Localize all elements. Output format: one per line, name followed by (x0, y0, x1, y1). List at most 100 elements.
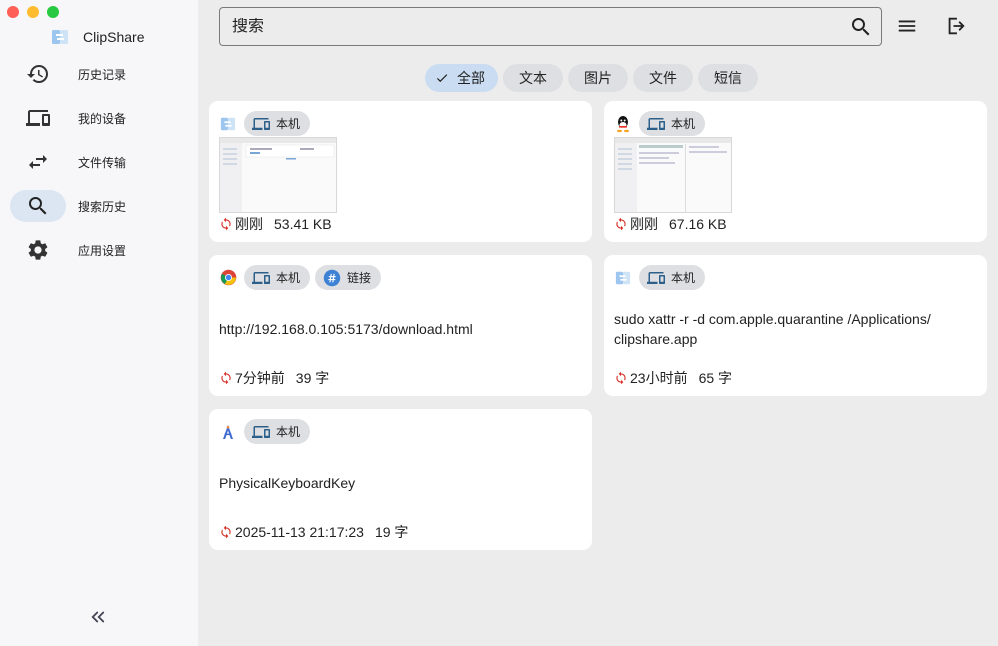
history-card[interactable]: 本机 刚刚 67.16 KB (604, 101, 987, 242)
search-submit-button[interactable] (841, 15, 881, 39)
history-card[interactable]: 本机 链接 http://192.168.0.105:5173/download… (209, 255, 592, 396)
sidebar-item-history[interactable]: 历史记录 (10, 58, 188, 90)
sidebar-item-search[interactable]: 搜索历史 (10, 190, 126, 222)
card-time: 刚刚 (630, 216, 658, 232)
card-content-text: PhysicalKeyboardKey (219, 475, 356, 491)
filter-chip-image[interactable]: 图片 (568, 64, 628, 92)
search-field[interactable] (219, 7, 882, 46)
minimize-window-button[interactable] (27, 6, 39, 18)
history-card[interactable]: 本机 刚刚 53.41 KB (209, 101, 592, 242)
double-chevron-left-icon (91, 611, 105, 623)
devices-icon (252, 425, 270, 438)
device-tag[interactable]: 本机 (244, 111, 311, 136)
filter-chip-text[interactable]: 文本 (503, 64, 563, 92)
app-brand: ClipShare (51, 28, 144, 46)
card-header: 本机 (614, 265, 706, 290)
devices-icon (647, 271, 665, 284)
device-tag[interactable]: 本机 (639, 111, 706, 136)
type-filter-chips: 全部 文本 图片 文件 短信 (425, 64, 758, 92)
device-tag[interactable]: 本机 (244, 265, 311, 290)
devices-icon (252, 117, 270, 130)
chip-label: 文件 (649, 70, 677, 86)
card-time: 2025-11-13 21:17:23 (235, 524, 364, 540)
filter-chip-sms[interactable]: 短信 (698, 64, 758, 92)
card-time: 7分钟前 (235, 370, 285, 386)
card-footer: 23小时前 65 字 (614, 368, 732, 388)
sync-icon (616, 371, 626, 385)
hashtag-icon (323, 269, 341, 286)
chip-label: 文本 (519, 70, 547, 86)
sidebar-item-label: 文件传输 (78, 155, 127, 170)
tag-label: 链接 (347, 271, 372, 285)
device-tag[interactable]: 本机 (244, 419, 311, 444)
card-footer: 刚刚 67.16 KB (614, 214, 727, 234)
menu-button[interactable] (895, 14, 919, 38)
chip-label: 图片 (584, 70, 612, 86)
android-studio-app-icon (219, 423, 237, 441)
tag-label: 本机 (671, 117, 696, 131)
card-time: 23小时前 (630, 370, 688, 386)
clipshare-logo-icon (52, 30, 68, 44)
sidebar-item-label: 历史记录 (78, 67, 127, 82)
sidebar-item-label: 我的设备 (78, 111, 127, 126)
devices-icon (252, 271, 270, 284)
window-controls (7, 6, 59, 18)
sidebar-item-label: 应用设置 (78, 243, 127, 258)
exit-button[interactable] (944, 14, 968, 38)
image-thumbnail[interactable] (614, 137, 732, 213)
search-icon (852, 17, 870, 35)
close-window-button[interactable] (7, 6, 19, 18)
card-size: 53.41 KB (274, 216, 332, 232)
search-input[interactable] (232, 17, 841, 36)
sidebar-item-devices[interactable]: 我的设备 (10, 102, 188, 134)
history-card[interactable]: 本机 sudo xattr -r -d com.apple.quarantine… (604, 255, 987, 396)
sidebar: ClipShare 历史记录 我的设备 文件传输 搜索历史 应用设置 (0, 0, 198, 646)
qq-app-icon (614, 115, 632, 133)
history-icon (10, 62, 66, 86)
tag-label: 本机 (276, 425, 301, 439)
chip-label: 短信 (714, 70, 742, 86)
card-header: 本机 (219, 111, 311, 136)
app-name: ClipShare (83, 29, 145, 45)
card-content-text: http://192.168.0.105:5173/download.html (219, 321, 473, 337)
clipshare-app-icon (219, 115, 237, 133)
device-tag[interactable]: 本机 (639, 265, 706, 290)
card-header: 本机 (614, 111, 706, 136)
sidebar-nav: 历史记录 我的设备 文件传输 搜索历史 应用设置 (10, 58, 188, 278)
sidebar-item-settings[interactable]: 应用设置 (10, 234, 188, 266)
content-line: sudo xattr -r -d com.apple.quarantine /A… (614, 311, 931, 327)
filter-chip-all[interactable]: 全部 (425, 64, 498, 92)
image-thumbnail[interactable] (219, 137, 337, 213)
transfer-icon (10, 150, 66, 174)
zoom-window-button[interactable] (47, 6, 59, 18)
logout-icon (948, 17, 965, 35)
card-footer: 7分钟前 39 字 (219, 368, 329, 388)
card-size: 39 字 (295, 370, 330, 386)
sidebar-item-label: 搜索历史 (78, 199, 127, 214)
card-time: 刚刚 (235, 216, 263, 232)
card-footer: 2025-11-13 21:17:23 19 字 (219, 522, 408, 542)
check-icon (436, 74, 448, 83)
filter-chip-file[interactable]: 文件 (633, 64, 693, 92)
link-tag[interactable]: 链接 (315, 265, 382, 290)
card-header: 本机 链接 (219, 265, 382, 290)
collapse-sidebar-button[interactable] (88, 607, 108, 627)
search-icon (10, 194, 66, 218)
sync-icon (221, 525, 231, 539)
sync-icon (616, 217, 626, 231)
history-card[interactable]: 本机 PhysicalKeyboardKey 2025-11-13 21:17:… (209, 409, 592, 550)
clipshare-app-icon (614, 269, 632, 287)
card-header: 本机 (219, 419, 311, 444)
chrome-app-icon (219, 269, 237, 287)
card-size: 65 字 (698, 370, 733, 386)
card-size: 19 字 (374, 524, 409, 540)
chip-label: 全部 (457, 70, 485, 86)
sidebar-item-transfer[interactable]: 文件传输 (10, 146, 188, 178)
sync-icon (221, 371, 231, 385)
content-line: clipshare.app (614, 331, 698, 347)
gear-icon (10, 238, 66, 262)
sync-icon (221, 217, 231, 231)
devices-icon (10, 106, 66, 130)
menu-icon (898, 20, 916, 32)
tag-label: 本机 (276, 271, 301, 285)
